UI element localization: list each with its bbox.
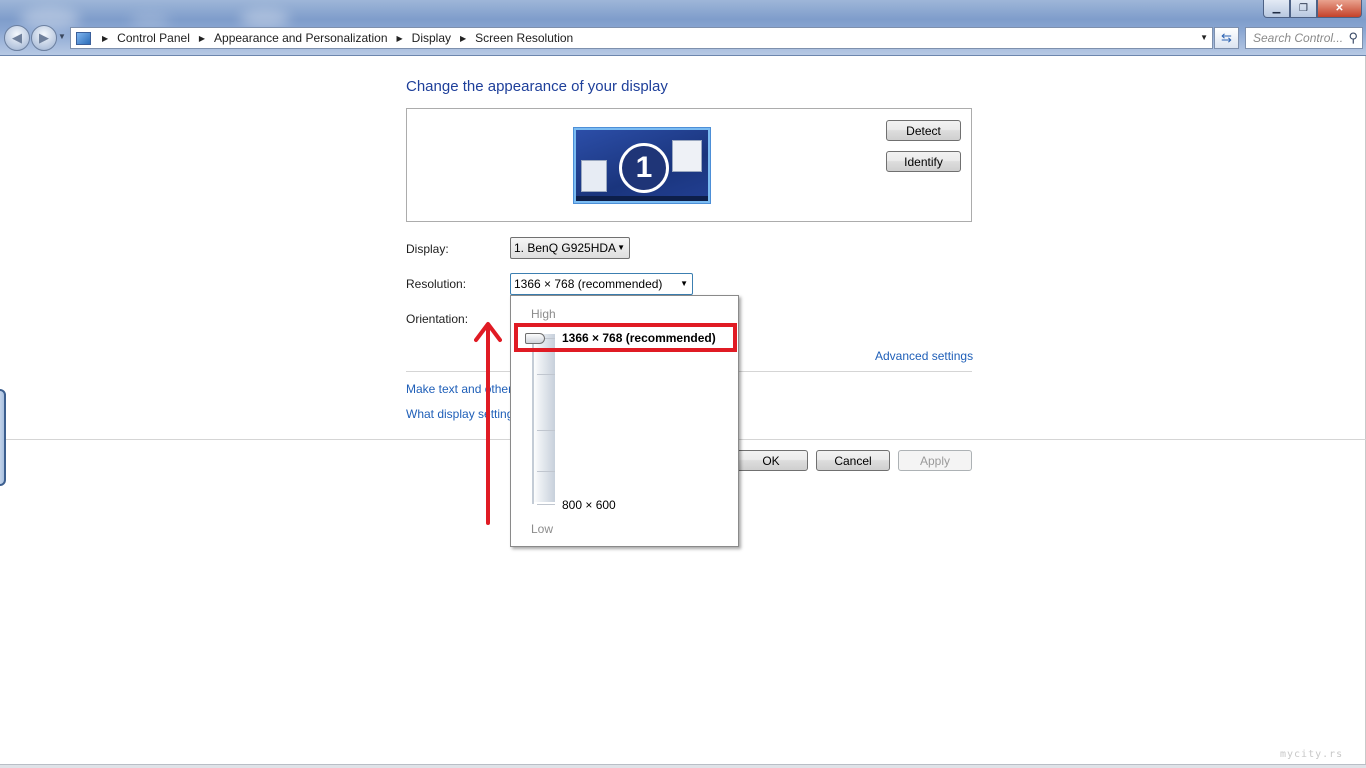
monitor-1-icon[interactable]: 1 (574, 128, 710, 203)
address-history-dropdown-icon[interactable]: ▼ (1200, 33, 1208, 42)
chevron-down-icon: ▼ (617, 243, 625, 252)
breadcrumb-control-panel[interactable]: Control Panel (117, 31, 190, 45)
search-input[interactable]: Search Control... ⚲ (1245, 27, 1363, 49)
search-placeholder: Search Control... (1253, 31, 1344, 45)
close-icon: ✕ (1335, 3, 1344, 14)
control-panel-icon (76, 31, 91, 45)
monitor-window-icon (672, 140, 702, 172)
breadcrumb-screen-resolution[interactable]: Screen Resolution (475, 31, 573, 45)
recent-pages-dropdown-icon[interactable]: ▼ (58, 32, 66, 41)
red-highlight-box (514, 323, 737, 352)
slider-tick (537, 504, 555, 505)
breadcrumb-display[interactable]: Display (412, 31, 451, 45)
slider-tick (537, 374, 555, 375)
resolution-label: Resolution: (406, 277, 467, 291)
detect-button[interactable]: Detect (886, 120, 961, 141)
monitor-number-badge: 1 (619, 143, 669, 193)
display-select-value: 1. BenQ G925HDA (514, 241, 617, 255)
low-label: Low (531, 522, 554, 536)
breadcrumb-appearance[interactable]: Appearance and Personalization (214, 31, 387, 45)
address-bar[interactable]: ▶ Control Panel ▶ Appearance and Persona… (70, 27, 1213, 49)
monitor-window-icon (581, 160, 607, 192)
minimize-button[interactable]: ▁ (1263, 0, 1290, 18)
resolution-select[interactable]: 1366 × 768 (recommended) ▼ (510, 273, 693, 295)
display-select[interactable]: 1. BenQ G925HDA ▼ (510, 237, 630, 259)
ok-button[interactable]: OK (734, 450, 808, 471)
restore-icon: ❐ (1299, 3, 1308, 14)
identify-button[interactable]: Identify (886, 151, 961, 172)
forward-button[interactable]: ▶ (31, 25, 57, 51)
high-label: High (531, 307, 556, 321)
cancel-button[interactable]: Cancel (816, 450, 890, 471)
page-title: Change the appearance of your display (406, 78, 668, 95)
refresh-button[interactable]: ⇆ (1214, 27, 1239, 49)
orientation-label: Orientation: (406, 312, 469, 326)
back-button[interactable]: ◀ (4, 25, 30, 51)
chevron-down-icon: ▼ (680, 279, 688, 288)
resolution-option-lowest[interactable]: 800 × 600 (562, 498, 616, 512)
resolution-slider-line (532, 336, 534, 504)
resolution-slider-track[interactable] (533, 334, 555, 502)
breadcrumb-arrow-icon[interactable]: ▶ (199, 34, 205, 43)
red-up-arrow-annotation (474, 322, 502, 525)
monitor-preview-panel: 1 Detect Identify (406, 108, 972, 222)
left-edge-gadget (0, 389, 6, 486)
back-arrow-icon: ◀ (12, 30, 22, 45)
minimize-icon: ▁ (1272, 3, 1281, 14)
refresh-icon: ⇆ (1221, 30, 1232, 45)
restore-button[interactable]: ❐ (1290, 0, 1317, 18)
slider-tick (537, 430, 555, 431)
slider-tick (537, 471, 555, 472)
display-label: Display: (406, 242, 449, 256)
advanced-settings-link[interactable]: Advanced settings (875, 349, 973, 363)
taskbar-edge (0, 764, 1366, 768)
breadcrumb-arrow-icon[interactable]: ▶ (102, 34, 108, 43)
breadcrumb-arrow-icon[interactable]: ▶ (397, 34, 403, 43)
breadcrumb-arrow-icon[interactable]: ▶ (460, 34, 466, 43)
apply-button[interactable]: Apply (898, 450, 972, 471)
watermark-text: mycity.rs (1280, 749, 1344, 760)
forward-arrow-icon: ▶ (39, 30, 49, 45)
monitor-taskbar (576, 196, 708, 201)
close-button[interactable]: ✕ (1317, 0, 1362, 18)
resolution-select-value: 1366 × 768 (recommended) (514, 277, 663, 291)
search-icon[interactable]: ⚲ (1348, 30, 1358, 46)
